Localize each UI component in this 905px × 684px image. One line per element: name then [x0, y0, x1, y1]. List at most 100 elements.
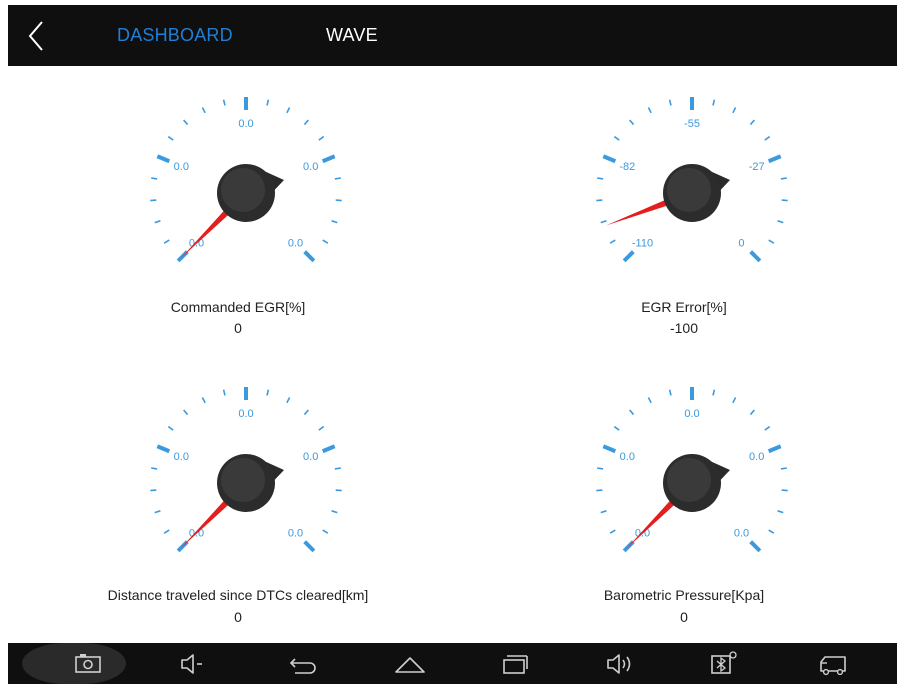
gauge-minor-tick	[183, 409, 189, 416]
gauge-minor-tick	[201, 107, 206, 114]
gauge-major-tick	[303, 250, 316, 263]
gauge-minor-tick	[600, 220, 607, 224]
gauge-major-tick	[321, 444, 336, 454]
gauge-hub-highlight	[667, 168, 711, 212]
gauge-minor-tick	[201, 397, 206, 404]
back-arrow-icon[interactable]	[22, 19, 52, 53]
gauge-label: Commanded EGR[%]	[170, 299, 306, 315]
volume-down-icon[interactable]	[174, 649, 214, 679]
gauge-minor-tick	[597, 177, 604, 180]
gauge-value: -100	[669, 320, 699, 336]
gauge-minor-tick	[780, 467, 787, 470]
gauge-minor-tick	[151, 177, 158, 180]
tab-dashboard[interactable]: DASHBOARD	[117, 25, 233, 46]
gauge-hub-highlight	[221, 458, 265, 502]
gauge-major-tick	[622, 250, 635, 263]
top-bar: DASHBOARD WAVE	[8, 5, 897, 66]
gauge-major-tick	[749, 540, 762, 553]
home-icon[interactable]	[390, 649, 430, 679]
gauge-dial: -110 -82 -55 -27 0	[596, 97, 788, 263]
gauge-dial: 0.00.00.00.00.0	[150, 97, 342, 263]
gauge-major-tick	[156, 154, 171, 164]
gauge-tick-label: -27	[749, 161, 765, 173]
gauge-minor-tick	[609, 239, 616, 244]
gauge-tick-label: -55	[684, 118, 700, 130]
gauge-minor-tick	[749, 409, 755, 416]
gauge-tick-label: 0.0	[734, 527, 749, 539]
gauge-needle	[180, 500, 229, 549]
gauge-hub-highlight	[221, 168, 265, 212]
gauge-minor-tick	[331, 510, 338, 514]
system-nav-bar	[8, 643, 897, 684]
gauge-tick-label: 0.0	[174, 161, 189, 173]
gauge-major-tick	[767, 154, 782, 164]
gauge-major-tick	[602, 444, 617, 454]
gauge-minor-tick	[668, 99, 672, 106]
gauge-minor-tick	[151, 467, 158, 470]
gauge-minor-tick	[613, 425, 620, 431]
gauge-minor-tick	[222, 389, 226, 396]
gauge-minor-tick	[629, 409, 635, 416]
gauge-minor-tick	[286, 107, 291, 114]
gauge-dial: 0.00.00.00.00.0	[150, 387, 342, 553]
gauge-tick-label: 0	[738, 237, 744, 249]
gauge-label: EGR Error[%]	[641, 299, 727, 315]
gauge-minor-tick	[647, 107, 652, 114]
gauge-minor-tick	[318, 425, 325, 431]
gauge-minor-tick	[322, 239, 329, 244]
gauge-minor-tick	[334, 177, 341, 180]
gauge-minor-tick	[712, 99, 716, 106]
gauge-minor-tick	[167, 425, 174, 431]
gauge-minor-tick	[647, 397, 652, 404]
gauge-hub-highlight	[667, 458, 711, 502]
bluetooth-vci-icon[interactable]	[703, 649, 743, 679]
gauge-minor-tick	[167, 135, 174, 141]
gauge-minor-tick	[768, 239, 775, 244]
truck-icon[interactable]	[813, 649, 853, 679]
gauge-minor-tick	[764, 425, 771, 431]
gauge-minor-tick	[334, 467, 341, 470]
gauge-minor-tick	[266, 99, 270, 106]
gauge-minor-tick	[266, 389, 270, 396]
gauge-needle	[180, 210, 229, 259]
gauge-tick-label: 0.0	[749, 451, 764, 463]
gauge-minor-tick	[222, 99, 226, 106]
gauge-minor-tick	[732, 397, 737, 404]
gauge-minor-tick	[749, 119, 755, 126]
gauge-minor-tick	[183, 119, 189, 126]
gauge-major-tick	[321, 154, 336, 164]
gauge-major-tick	[156, 444, 171, 454]
gauge-label: Barometric Pressure[Kpa]	[603, 587, 765, 603]
volume-up-icon[interactable]	[602, 649, 642, 679]
gauge-tick-label: 0.0	[684, 408, 699, 420]
gauge-major-tick	[767, 444, 782, 454]
gauge-major-tick	[602, 154, 617, 164]
gauge-tick-label: 0.0	[620, 451, 635, 463]
gauge-needle	[605, 200, 667, 226]
gauge-tick-label: 0.0	[303, 161, 318, 173]
gauge-minor-tick	[712, 389, 716, 396]
gauge-minor-tick	[322, 529, 329, 534]
tab-wave[interactable]: WAVE	[326, 25, 378, 46]
gauge-value: 0	[234, 609, 242, 625]
gauge-minor-tick	[600, 510, 607, 514]
camera-icon[interactable]	[70, 649, 110, 679]
gauge-tick-label: -82	[619, 161, 635, 173]
gauge-minor-tick	[154, 220, 161, 224]
recent-apps-icon[interactable]	[495, 649, 535, 679]
gauge-minor-tick	[163, 239, 170, 244]
gauge-dial: 0.00.00.00.00.0	[596, 387, 788, 553]
gauge-minor-tick	[597, 467, 604, 470]
gauge-distance-since-dtc-cleared: 0.00.00.00.00.0	[118, 378, 358, 578]
back-icon[interactable]	[283, 649, 323, 679]
gauge-minor-tick	[154, 510, 161, 514]
gauge-egr-error: -110 -82 -55 -27 0	[564, 88, 804, 288]
gauge-minor-tick	[613, 135, 620, 141]
gauge-tick-label: 0.0	[288, 527, 303, 539]
gauge-commanded-egr: 0.00.00.00.00.0	[118, 88, 358, 288]
gauge-minor-tick	[318, 135, 325, 141]
gauge-minor-tick	[331, 220, 338, 224]
gauge-label: Distance traveled since DTCs cleared[km]	[107, 587, 369, 603]
gauge-minor-tick	[609, 529, 616, 534]
gauge-tick-label: -110	[632, 237, 653, 249]
